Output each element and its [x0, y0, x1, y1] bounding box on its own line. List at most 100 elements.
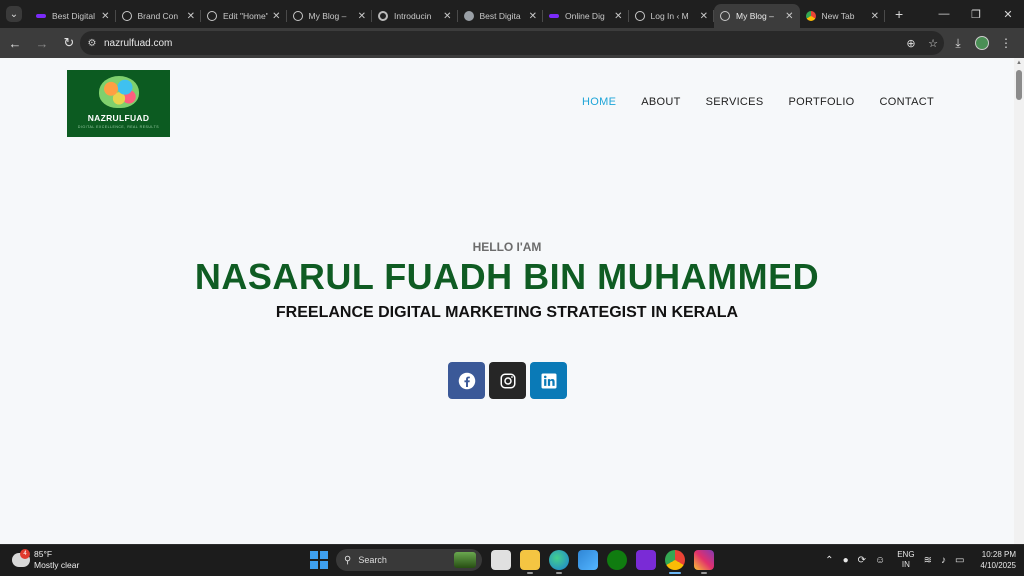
zoom-icon[interactable]: ⊕ — [900, 37, 922, 50]
hero-eyebrow: HELLO I'AM — [472, 240, 542, 254]
site-info-icon[interactable]: ⚙ — [86, 37, 98, 49]
nav-services[interactable]: SERVICES — [706, 96, 764, 108]
edge-icon[interactable] — [549, 550, 569, 574]
tab-7[interactable]: Log In ‹ M ✕ — [629, 4, 715, 28]
web-page: NAZRULFUAD DIGITAL EXCELLENCE, REAL RESU… — [0, 58, 1014, 544]
language-indicator[interactable]: ENG IN — [897, 550, 914, 570]
tab-list: Best Digital ✕ Brand Con ✕ Edit "Home" ✕ My… — [30, 0, 885, 28]
scroll-up-arrow-icon[interactable]: ▲ — [1016, 60, 1022, 66]
clock-time: 10:28 PM — [981, 550, 1016, 559]
cloud-moon-icon: 4 — [12, 549, 30, 567]
linkedin-button[interactable] — [530, 362, 567, 399]
clock[interactable]: 10:28 PM 4/10/2025 — [980, 549, 1016, 571]
close-icon[interactable]: ✕ — [700, 11, 708, 22]
close-icon[interactable]: ✕ — [443, 11, 451, 22]
bookmark-star-icon[interactable]: ☆ — [922, 37, 944, 50]
tab-4[interactable]: Introducin ✕ — [372, 4, 458, 28]
nav-contact[interactable]: CONTACT — [880, 96, 934, 108]
nav-portfolio[interactable]: PORTFOLIO — [788, 96, 854, 108]
toolbar-actions: ⤓ ⋮ — [946, 31, 1018, 55]
tab-title: Edit "Home" — [223, 11, 269, 21]
chrome-icon[interactable] — [665, 550, 685, 574]
task-view-icon[interactable] — [491, 550, 511, 570]
tab-6[interactable]: Online Dig ✕ — [543, 4, 629, 28]
close-icon[interactable]: ✕ — [272, 11, 280, 22]
weather-widget[interactable]: 4 85°F Mostly clear — [12, 549, 79, 571]
close-icon[interactable]: ✕ — [358, 11, 366, 22]
nav-home[interactable]: HOME — [582, 96, 616, 108]
more-menu-icon[interactable]: ⋮ — [994, 36, 1018, 50]
sync-icon[interactable]: ⟳ — [858, 555, 866, 566]
tab-title: Brand Con — [137, 11, 179, 21]
emoji-icon[interactable]: ☺ — [875, 555, 885, 566]
main-nav: HOME ABOUT SERVICES PORTFOLIO CONTACT — [557, 96, 934, 108]
tab-title: My Blog – — [308, 11, 347, 21]
download-icon[interactable]: ⤓ — [946, 36, 970, 51]
globe-icon — [720, 11, 730, 21]
close-window-button[interactable]: ✕ — [992, 0, 1024, 28]
windows-taskbar: 4 85°F Mostly clear ⚲ Search ⌃ ● ⟳ ☺ ENG… — [0, 544, 1024, 576]
weather-condition: Mostly clear — [34, 560, 80, 570]
battery-icon[interactable]: ▭ — [955, 555, 964, 566]
globe-icon — [207, 11, 217, 21]
tab-title: Best Digital — [52, 11, 95, 21]
globe-icon — [634, 11, 645, 21]
purple-bar-icon — [36, 14, 46, 18]
language-line2: IN — [901, 560, 910, 569]
forward-button[interactable]: → — [30, 31, 54, 55]
reload-button[interactable]: ↻ — [57, 31, 81, 55]
close-icon[interactable]: ✕ — [871, 11, 879, 22]
site-logo[interactable]: NAZRULFUAD DIGITAL EXCELLENCE, REAL RESU… — [67, 70, 170, 137]
instagram-button[interactable] — [489, 362, 526, 399]
tab-1[interactable]: Brand Con ✕ — [116, 4, 202, 28]
microsoft-store-icon[interactable] — [578, 550, 598, 570]
tab-2[interactable]: Edit "Home" ✕ — [201, 4, 287, 28]
window-controls: — ❐ ✕ — [928, 0, 1024, 28]
close-icon[interactable]: ✕ — [187, 11, 195, 22]
globe-icon — [121, 11, 132, 21]
purple-bar-icon — [549, 14, 559, 18]
meet-now-icon[interactable]: ● — [843, 555, 849, 566]
close-icon[interactable]: ✕ — [614, 11, 622, 22]
chevron-up-icon[interactable]: ⌃ — [825, 555, 833, 566]
tab-8-active[interactable]: My Blog – ✕ — [714, 4, 800, 28]
new-tab-button[interactable]: + — [895, 6, 903, 22]
close-icon[interactable]: ✕ — [529, 11, 537, 22]
nav-about[interactable]: ABOUT — [641, 96, 680, 108]
hero-subtitle: FREELANCE DIGITAL MARKETING STRATEGIST I… — [275, 304, 739, 321]
clipchamp-icon[interactable] — [636, 550, 656, 570]
tab-search-menu-button[interactable]: ⌄ — [6, 6, 22, 22]
profile-avatar[interactable] — [975, 36, 989, 50]
hero-name: NASARUL FUADH BIN MUHAMMED — [194, 256, 820, 297]
xbox-icon[interactable] — [607, 550, 627, 570]
tab-title: Best Digita — [479, 11, 521, 21]
address-bar[interactable]: ⚙ nazrulfuad.com ⊕ ☆ — [80, 31, 944, 55]
tab-5[interactable]: Best Digita ✕ — [458, 4, 544, 28]
weather-text: 85°F Mostly clear — [34, 549, 79, 571]
file-explorer-icon[interactable] — [520, 550, 540, 574]
wifi-icon[interactable]: ≋ — [924, 555, 932, 566]
back-button[interactable]: ← — [3, 31, 27, 55]
windows-start-icon[interactable] — [310, 551, 328, 569]
tab-3[interactable]: My Blog – ✕ — [287, 4, 373, 28]
tab-title: Log In ‹ M — [650, 11, 689, 21]
close-icon[interactable]: ✕ — [101, 11, 109, 22]
globe-icon — [292, 11, 303, 21]
restore-button[interactable]: ❐ — [960, 0, 992, 28]
close-icon[interactable]: ✕ — [785, 11, 793, 22]
scroll-thumb[interactable] — [1016, 70, 1022, 100]
instagram-app-icon[interactable] — [694, 550, 714, 574]
notification-badge: 4 — [20, 549, 30, 559]
url-text[interactable]: nazrulfuad.com — [104, 38, 900, 49]
volume-icon[interactable]: ♪ — [941, 555, 946, 566]
tab-0[interactable]: Best Digital ✕ — [30, 4, 116, 28]
facebook-button[interactable] — [448, 362, 485, 399]
search-icon: ⚲ — [344, 554, 352, 566]
linkedin-icon — [541, 373, 556, 388]
taskbar-search[interactable]: ⚲ Search — [336, 549, 482, 571]
tab-9[interactable]: New Tab ✕ — [800, 4, 886, 28]
page-scrollbar[interactable]: ▲ — [1014, 58, 1024, 544]
tab-title: My Blog – — [736, 11, 774, 21]
openai-icon — [378, 11, 388, 21]
minimize-button[interactable]: — — [928, 0, 960, 28]
